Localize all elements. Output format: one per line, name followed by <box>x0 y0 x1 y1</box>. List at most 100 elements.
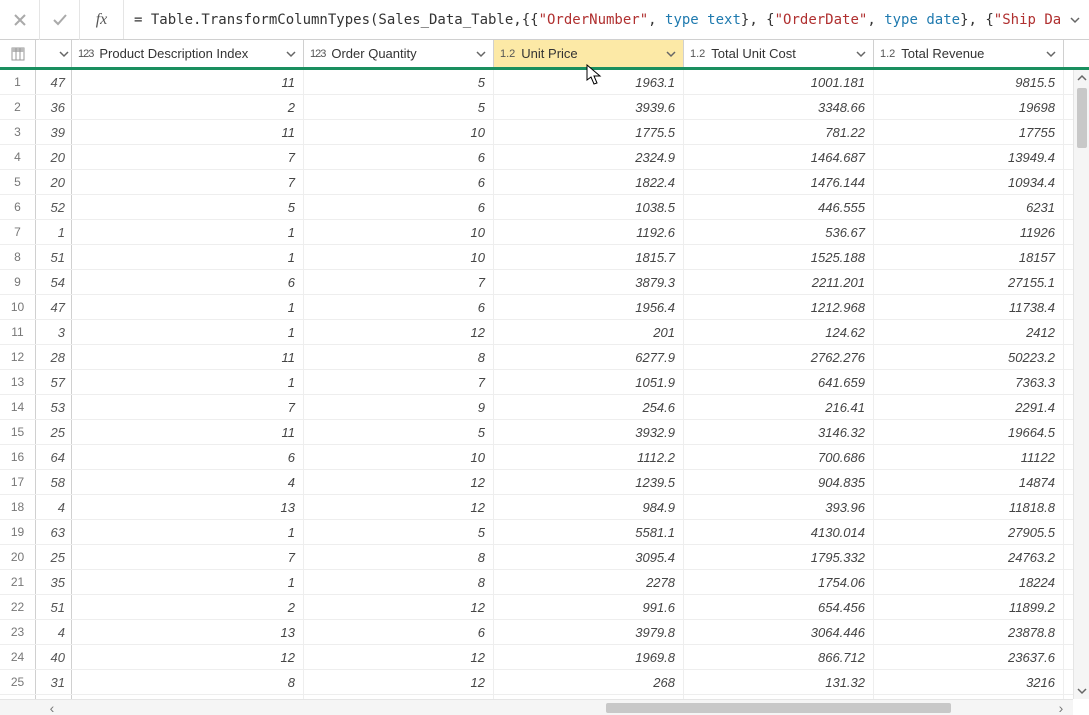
table-row[interactable]: 16646101112.2700.68611122 <box>0 445 1073 470</box>
cell[interactable]: 1969.8 <box>494 645 684 669</box>
table-row[interactable]: 1963155581.14130.01427905.5 <box>0 520 1073 545</box>
cell[interactable]: 7 <box>304 270 494 294</box>
cell[interactable]: 3348.66 <box>684 95 874 119</box>
cell[interactable]: 12 <box>304 470 494 494</box>
column-header-unit-price[interactable]: 1.2 Unit Price <box>494 40 684 67</box>
cell[interactable]: 11899.2 <box>874 595 1064 619</box>
cell[interactable]: 2324.9 <box>494 145 684 169</box>
cell[interactable]: 1 <box>72 295 304 319</box>
cell[interactable]: 1754.06 <box>684 570 874 594</box>
table-row[interactable]: 2531812268131.323216 <box>0 670 1073 695</box>
column-header-order-quantity[interactable]: 123 Order Quantity <box>304 40 494 67</box>
cell[interactable]: 1 <box>72 220 304 244</box>
cell[interactable]: 12 <box>304 595 494 619</box>
cell[interactable]: 10934.4 <box>874 170 1064 194</box>
scrollbar-track[interactable] <box>64 700 1049 715</box>
cell[interactable]: 6 <box>304 620 494 644</box>
cell[interactable]: 13949.4 <box>874 145 1064 169</box>
cell[interactable]: 11926 <box>874 220 1064 244</box>
horizontal-scrollbar[interactable]: ‹ › <box>0 699 1073 715</box>
scroll-left-icon[interactable]: ‹ <box>40 700 64 715</box>
cell[interactable]: 12 <box>304 495 494 519</box>
cell[interactable]: 268 <box>494 670 684 694</box>
cell[interactable]: 31 <box>36 670 72 694</box>
cell[interactable]: 3939.6 <box>494 95 684 119</box>
cell[interactable]: 3216 <box>874 670 1064 694</box>
cell[interactable]: 8 <box>304 545 494 569</box>
cell[interactable]: 10 <box>304 245 494 269</box>
cell[interactable]: 24763.2 <box>874 545 1064 569</box>
cell[interactable]: 17755 <box>874 120 1064 144</box>
column-filter-button[interactable] <box>283 46 299 62</box>
table-row[interactable]: 8511101815.71525.18818157 <box>0 245 1073 270</box>
table-row[interactable]: 244012121969.8866.71223637.6 <box>0 645 1073 670</box>
cell[interactable]: 19664.5 <box>874 420 1064 444</box>
cell[interactable]: 2762.276 <box>684 345 874 369</box>
vertical-scrollbar[interactable] <box>1073 70 1089 699</box>
cell[interactable]: 10 <box>304 445 494 469</box>
cell[interactable]: 6 <box>304 145 494 169</box>
cell[interactable]: 6 <box>72 270 304 294</box>
cell[interactable]: 1795.332 <box>684 545 874 569</box>
cell[interactable]: 5 <box>72 195 304 219</box>
cell[interactable]: 9 <box>304 395 494 419</box>
table-row[interactable]: 113112201124.622412 <box>0 320 1073 345</box>
cell[interactable]: 5 <box>304 520 494 544</box>
cell[interactable]: 28 <box>36 345 72 369</box>
column-header-total-revenue[interactable]: 1.2 Total Revenue <box>874 40 1064 67</box>
cell[interactable]: 10 <box>304 220 494 244</box>
cell[interactable]: 2 <box>72 595 304 619</box>
cell[interactable]: 39 <box>36 120 72 144</box>
cell[interactable]: 11 <box>72 345 304 369</box>
cell[interactable]: 654.456 <box>684 595 874 619</box>
cell[interactable]: 5 <box>304 95 494 119</box>
cell[interactable]: 20 <box>36 170 72 194</box>
table-row[interactable]: 954673879.32211.20127155.1 <box>0 270 1073 295</box>
table-row[interactable]: 2025783095.41795.33224763.2 <box>0 545 1073 570</box>
table-row[interactable]: 711101192.6536.6711926 <box>0 220 1073 245</box>
table-row[interactable]: 2251212991.6654.45611899.2 <box>0 595 1073 620</box>
cell[interactable]: 19698 <box>874 95 1064 119</box>
scroll-down-icon[interactable] <box>1074 683 1089 699</box>
cell[interactable]: 25 <box>36 545 72 569</box>
cell[interactable]: 9815.5 <box>874 70 1064 94</box>
cell[interactable]: 47 <box>36 70 72 94</box>
cell[interactable]: 781.22 <box>684 120 874 144</box>
formula-commit-button[interactable] <box>40 0 80 40</box>
cell[interactable]: 12 <box>304 645 494 669</box>
table-row[interactable]: 1471151963.11001.1819815.5 <box>0 70 1073 95</box>
cell[interactable]: 8 <box>72 670 304 694</box>
column-filter-button[interactable] <box>1043 46 1059 62</box>
cell[interactable]: 47 <box>36 295 72 319</box>
cell[interactable]: 1239.5 <box>494 470 684 494</box>
scrollbar-thumb[interactable] <box>1077 88 1087 148</box>
cell[interactable]: 1525.188 <box>684 245 874 269</box>
cell[interactable]: 4 <box>36 495 72 519</box>
cell[interactable]: 20 <box>36 145 72 169</box>
table-row[interactable]: 1047161956.41212.96811738.4 <box>0 295 1073 320</box>
cell[interactable]: 2 <box>72 95 304 119</box>
table-row[interactable]: 1357171051.9641.6597363.3 <box>0 370 1073 395</box>
cell[interactable]: 12 <box>304 670 494 694</box>
formula-cancel-button[interactable] <box>0 0 40 40</box>
cell[interactable]: 1 <box>72 520 304 544</box>
cell[interactable]: 18224 <box>874 570 1064 594</box>
cell[interactable]: 12 <box>72 645 304 669</box>
cell[interactable]: 446.555 <box>684 195 874 219</box>
cell[interactable]: 11122 <box>874 445 1064 469</box>
cell[interactable]: 5 <box>304 420 494 444</box>
table-row[interactable]: 15251153932.93146.3219664.5 <box>0 420 1073 445</box>
cell[interactable]: 1815.7 <box>494 245 684 269</box>
row-filter-button[interactable] <box>36 40 72 67</box>
table-options-button[interactable] <box>0 40 36 67</box>
cell[interactable]: 124.62 <box>684 320 874 344</box>
cell[interactable]: 6 <box>304 295 494 319</box>
cell[interactable]: 984.9 <box>494 495 684 519</box>
cell[interactable]: 2278 <box>494 570 684 594</box>
table-row[interactable]: 17584121239.5904.83514874 <box>0 470 1073 495</box>
cell[interactable]: 1956.4 <box>494 295 684 319</box>
cell[interactable]: 3146.32 <box>684 420 874 444</box>
cell[interactable]: 3879.3 <box>494 270 684 294</box>
cell[interactable]: 23637.6 <box>874 645 1064 669</box>
cell[interactable]: 51 <box>36 595 72 619</box>
